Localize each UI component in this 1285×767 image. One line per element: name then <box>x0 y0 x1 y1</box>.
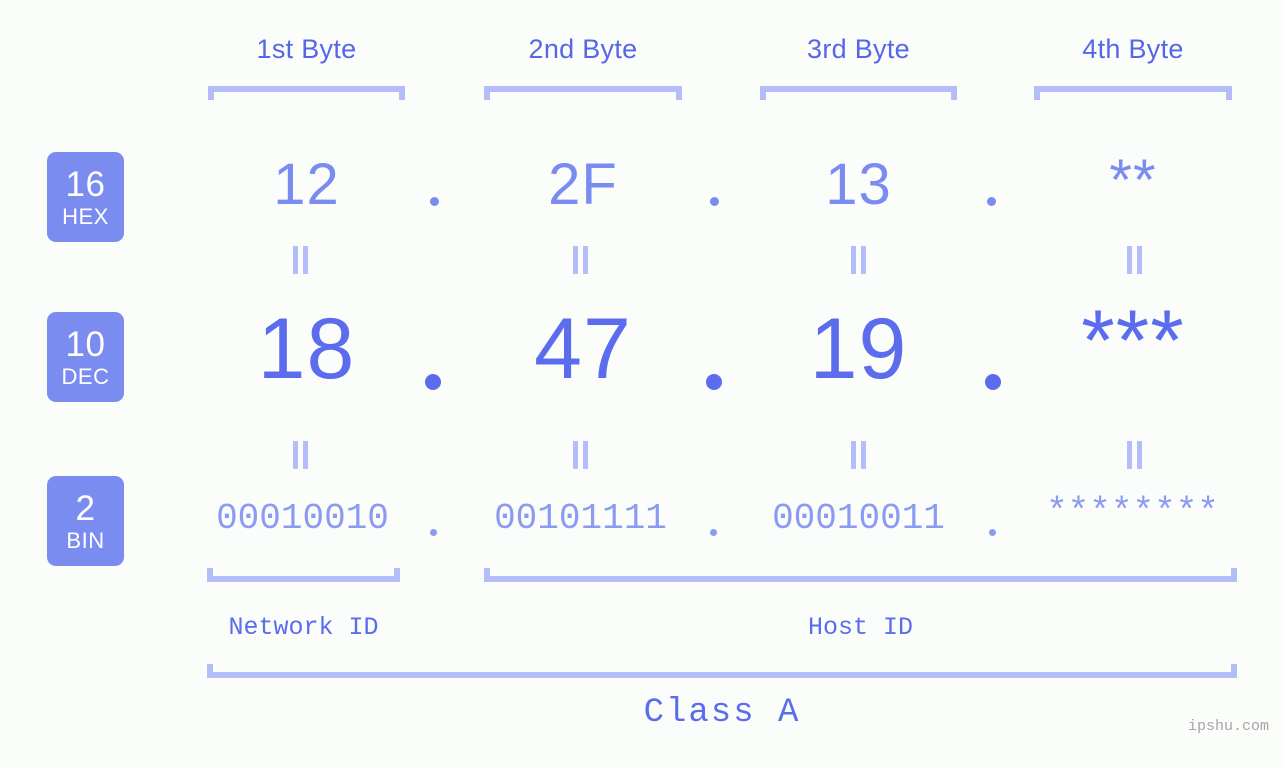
site-watermark: ipshu.com <box>1188 718 1270 735</box>
byte-bracket-2 <box>484 86 682 100</box>
hex-separator-dot-3 <box>987 197 996 206</box>
base-badge-bin: 2 BIN <box>47 476 124 566</box>
host-id-label: Host ID <box>807 613 914 642</box>
equals-mark-dec-bin-2 <box>572 441 590 469</box>
class-bracket <box>207 664 1237 678</box>
dec-byte-value-4: *** <box>1081 293 1185 389</box>
bin-separator-dot-3 <box>989 529 996 536</box>
network-id-bracket <box>207 568 400 582</box>
hex-byte-value-4: ** <box>1109 148 1157 213</box>
base-badge-bin-label: BIN <box>66 527 105 553</box>
base-badge-hex-number: 16 <box>65 164 106 204</box>
base-badge-bin-number: 2 <box>75 488 96 528</box>
byte-bracket-4 <box>1034 86 1232 100</box>
byte-header-label-2: 2nd Byte <box>528 34 638 64</box>
dec-byte-value-2: 47 <box>534 301 632 397</box>
byte-bracket-1 <box>208 86 405 100</box>
base-badge-hex: 16 HEX <box>47 152 124 242</box>
class-label: Class A <box>643 694 801 732</box>
equals-mark-hex-dec-3 <box>850 246 868 274</box>
dec-byte-value-3: 19 <box>809 301 908 397</box>
equals-mark-hex-dec-4 <box>1126 246 1144 274</box>
bin-byte-value-2: 00101111 <box>494 498 667 539</box>
bin-byte-value-1: 00010010 <box>216 498 389 539</box>
network-id-label: Network ID <box>228 613 379 642</box>
equals-mark-dec-bin-4 <box>1126 441 1144 469</box>
equals-mark-hex-dec-2 <box>572 246 590 274</box>
dec-separator-dot-2 <box>706 374 722 390</box>
byte-header-label-3: 3rd Byte <box>807 34 910 64</box>
byte-header-label-1: 1st Byte <box>256 34 357 64</box>
hex-separator-dot-1 <box>430 197 439 206</box>
ip-breakdown-diagram: 1st Byte 2nd Byte 3rd Byte 4th Byte 16 H… <box>0 0 1285 767</box>
equals-mark-hex-dec-1 <box>292 246 310 274</box>
equals-mark-dec-bin-3 <box>850 441 868 469</box>
base-badge-dec: 10 DEC <box>47 312 124 402</box>
bin-byte-value-4: ******** <box>1046 492 1219 533</box>
hex-byte-value-1: 12 <box>273 152 340 217</box>
hex-byte-value-2: 2F <box>548 152 618 217</box>
dec-separator-dot-3 <box>985 374 1001 390</box>
host-id-bracket <box>484 568 1237 582</box>
bin-separator-dot-2 <box>710 529 717 536</box>
equals-mark-dec-bin-1 <box>292 441 310 469</box>
base-badge-dec-number: 10 <box>65 324 106 364</box>
byte-header-label-4: 4th Byte <box>1082 34 1184 64</box>
base-badge-hex-label: HEX <box>62 203 109 229</box>
dec-separator-dot-1 <box>425 374 441 390</box>
dec-byte-value-1: 18 <box>257 301 356 397</box>
bin-byte-value-3: 00010011 <box>772 498 945 539</box>
byte-bracket-3 <box>760 86 957 100</box>
hex-byte-value-3: 13 <box>825 152 892 217</box>
bin-separator-dot-1 <box>430 529 437 536</box>
hex-separator-dot-2 <box>710 197 719 206</box>
base-badge-dec-label: DEC <box>61 363 110 389</box>
